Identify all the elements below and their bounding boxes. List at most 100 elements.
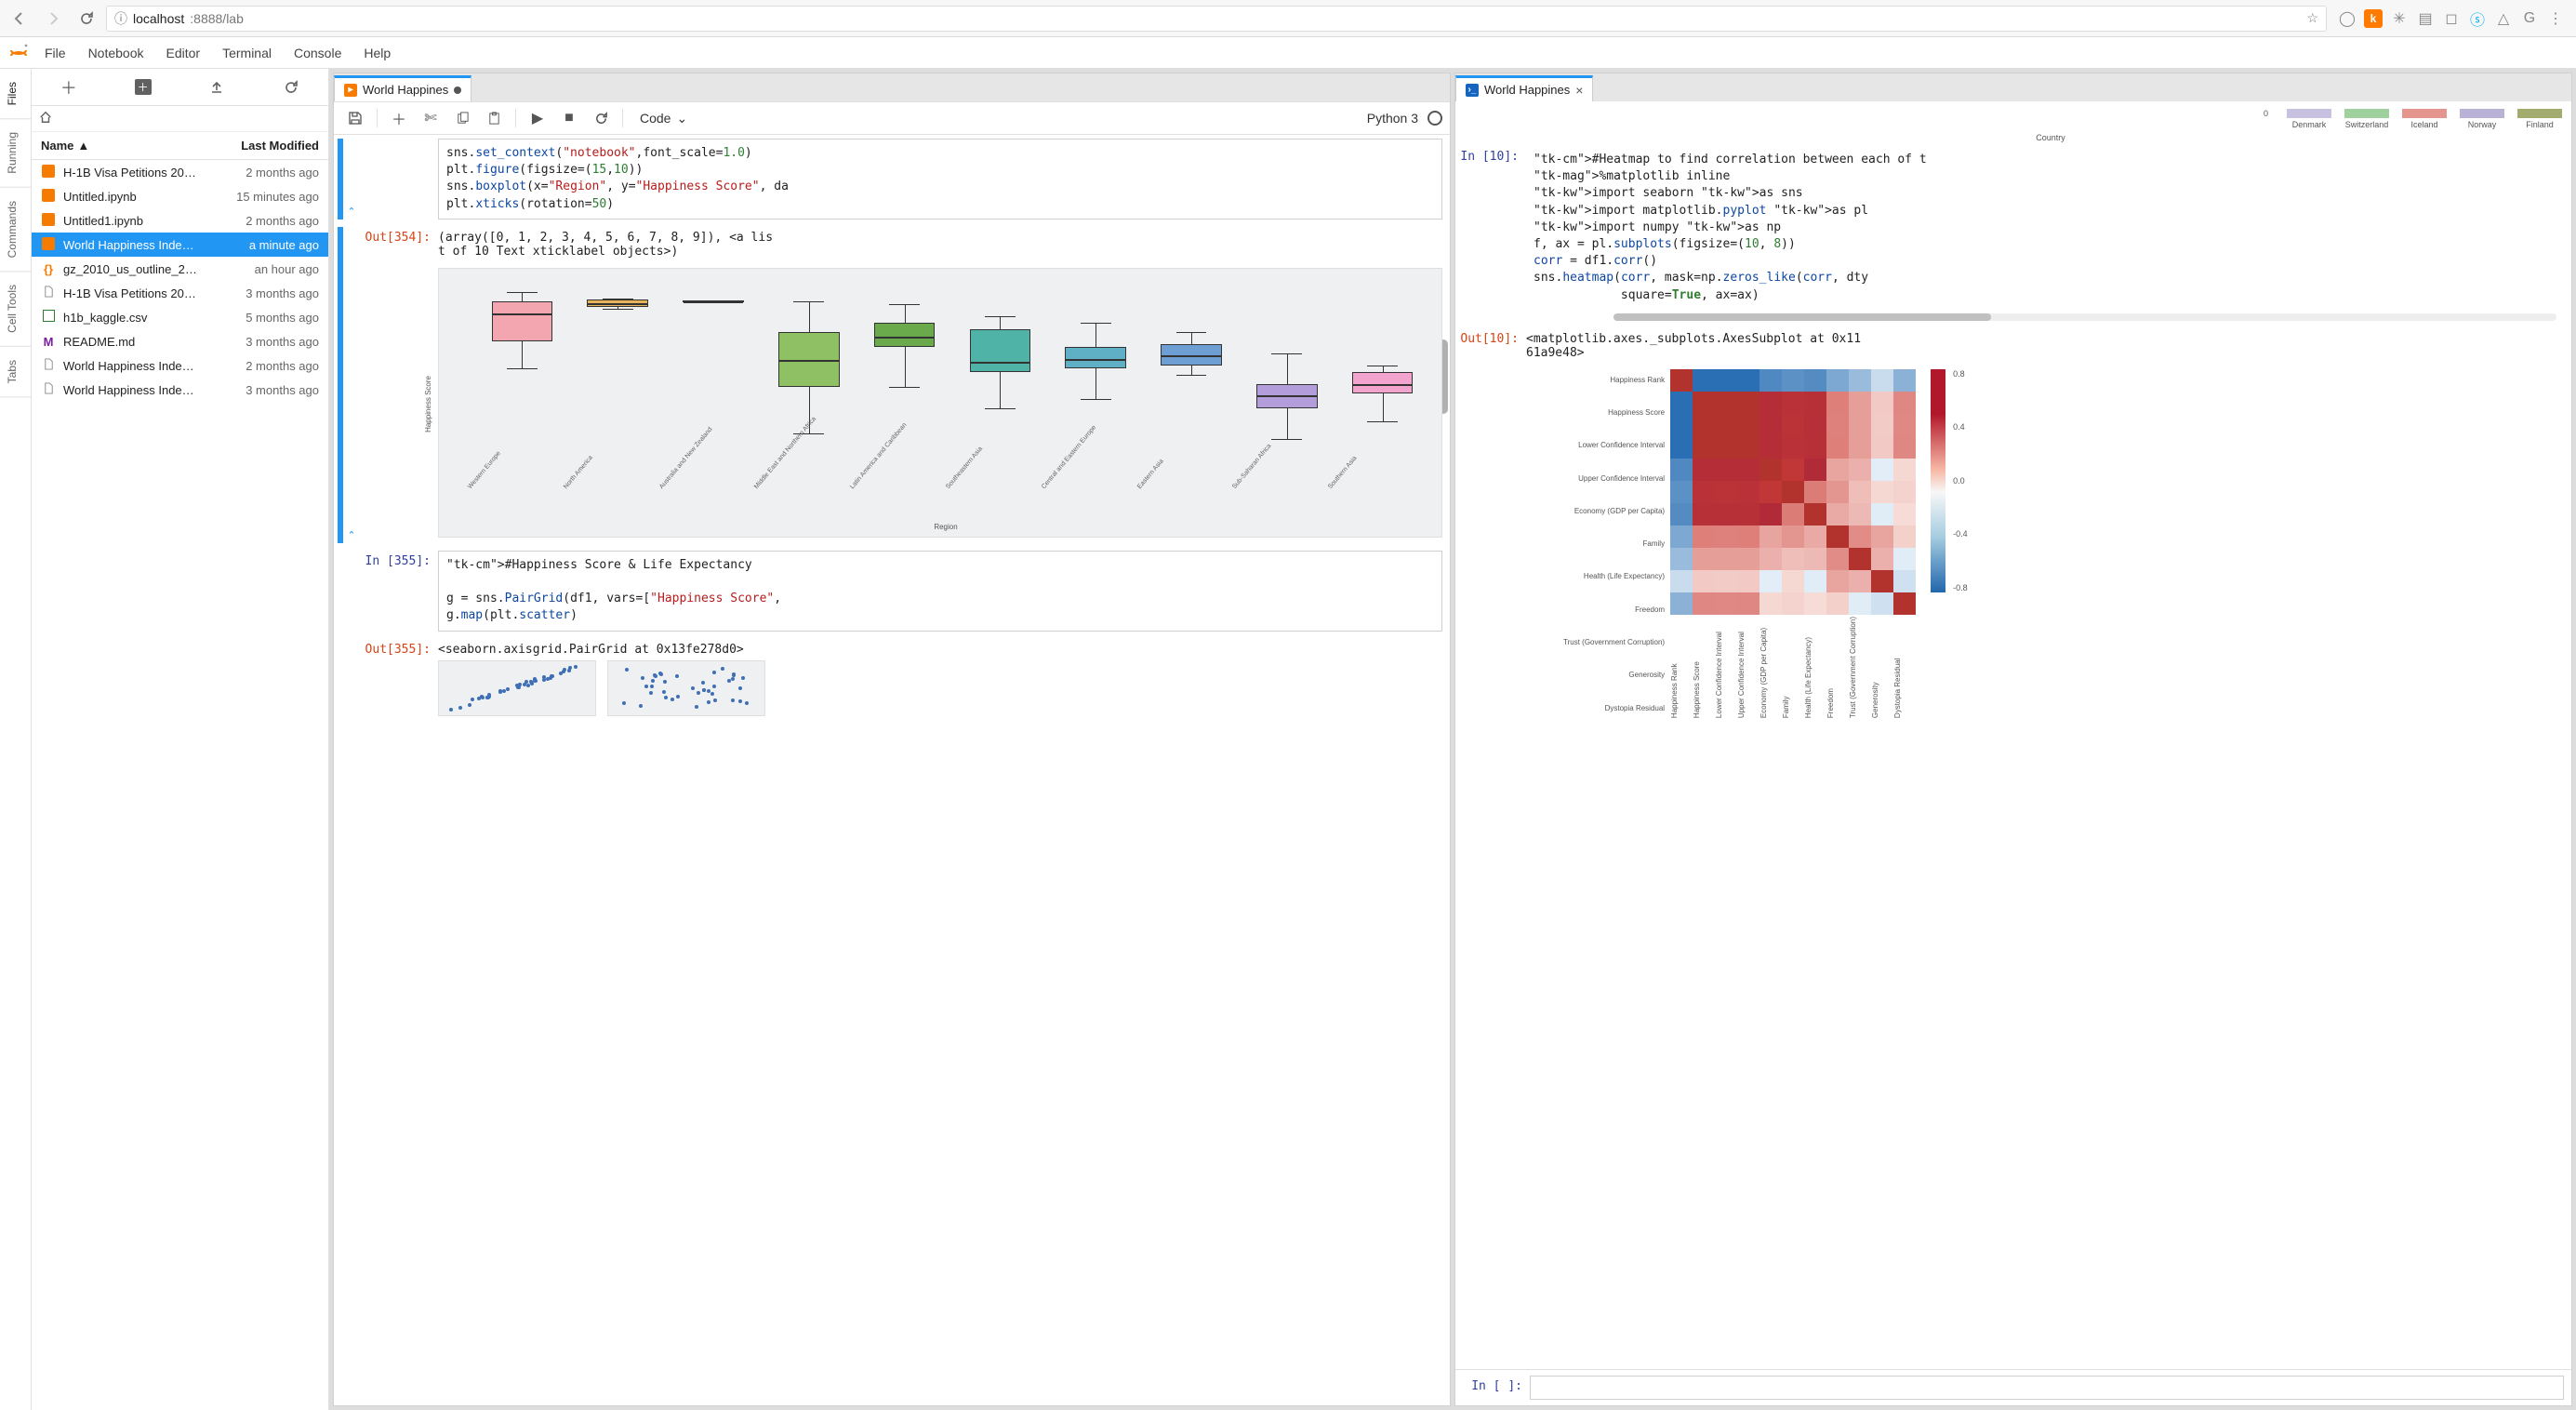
unsaved-indicator	[454, 86, 461, 94]
console-code: "tk-cm">#Heatmap to find correlation bet…	[1526, 146, 2564, 310]
console-tab[interactable]: ›_ World Happines ×	[1455, 75, 1593, 101]
file-icon	[41, 213, 56, 229]
url-host: localhost	[133, 11, 184, 26]
heatmap-figure: Happiness RankHappiness ScoreLower Confi…	[1526, 364, 2564, 725]
file-name: H-1B Visa Petitions 20…	[63, 286, 238, 300]
notebook-tab[interactable]: ▸ World Happines	[334, 75, 471, 101]
save-button[interactable]	[341, 105, 369, 131]
file-row[interactable]: World Happiness Inde…2 months ago	[32, 353, 328, 378]
file-list-header: Name ▲ Last Modified	[32, 132, 328, 160]
horizontal-scrollbar[interactable]	[1613, 313, 2556, 321]
back-button[interactable]	[6, 6, 33, 32]
file-row[interactable]: h1b_kaggle.csv5 months ago	[32, 305, 328, 329]
extension-icon[interactable]: ◻	[2442, 9, 2461, 28]
file-row[interactable]: World Happiness Inde…a minute ago	[32, 233, 328, 257]
prompt-in: In [355]:	[358, 551, 438, 632]
code-editor[interactable]: "tk-cm">#Happiness Score & Life Expectan…	[438, 551, 1442, 632]
cell-type-select[interactable]: Code⌄	[631, 109, 697, 128]
legend-axis-title: Country	[1455, 133, 2571, 142]
activity-tab-commands[interactable]: Commands	[0, 188, 31, 272]
legend-item: Iceland	[2402, 109, 2447, 129]
console-input[interactable]	[1530, 1376, 2564, 1400]
file-icon	[41, 358, 56, 373]
console-icon: ›_	[1466, 84, 1479, 97]
menu-file[interactable]: File	[35, 42, 75, 64]
menu-notebook[interactable]: Notebook	[79, 42, 153, 64]
cell-code[interactable]: In [355]: "tk-cm">#Happiness Score & Lif…	[334, 547, 1450, 635]
activity-tab-files[interactable]: Files	[0, 69, 31, 119]
site-info-icon[interactable]: ⓘ	[114, 9, 127, 28]
code-editor[interactable]: sns.set_context("notebook",font_scale=1.…	[438, 139, 1442, 219]
activity-tab-cell-tools[interactable]: Cell Tools	[0, 272, 31, 347]
notebook-scroll[interactable]: ⌃ sns.set_context("notebook",font_scale=…	[334, 135, 1450, 1405]
cell-code[interactable]: ⌃ sns.set_context("notebook",font_scale=…	[334, 135, 1450, 223]
menu-help[interactable]: Help	[354, 42, 400, 64]
file-row[interactable]: H-1B Visa Petitions 20…3 months ago	[32, 281, 328, 305]
upload-button[interactable]	[201, 73, 232, 101]
file-browser-panel: ＋ ＋ Name ▲ Last Modified H-1B Visa Petit…	[32, 69, 329, 1410]
address-bar[interactable]: ⓘ localhost:8888/lab ☆	[106, 6, 2327, 32]
file-name: gz_2010_us_outline_2…	[63, 262, 247, 276]
extension-icon[interactable]: △	[2494, 9, 2513, 28]
file-modified: an hour ago	[255, 262, 319, 276]
activity-tab-tabs[interactable]: Tabs	[0, 347, 31, 397]
jupyter-logo[interactable]	[6, 40, 32, 66]
extension-icon[interactable]: ✳	[2390, 9, 2409, 28]
menu-editor[interactable]: Editor	[157, 42, 210, 64]
activity-tab-running[interactable]: Running	[0, 119, 31, 188]
close-icon[interactable]: ×	[1575, 83, 1583, 98]
restart-button[interactable]	[587, 105, 615, 131]
file-name: README.md	[63, 335, 238, 349]
cut-button[interactable]: ✄	[417, 105, 445, 131]
insert-cell-button[interactable]: ＋	[385, 105, 413, 131]
file-row[interactable]: Untitled.ipynb15 minutes ago	[32, 184, 328, 208]
cell-output: ⌃ Out[354]: (array([0, 1, 2, 3, 4, 5, 6,…	[334, 223, 1450, 547]
extension-icon[interactable]: ⓢ	[2468, 9, 2487, 28]
copy-button[interactable]	[448, 105, 476, 131]
menu-terminal[interactable]: Terminal	[213, 42, 281, 64]
new-launcher-button[interactable]: ＋	[53, 73, 85, 101]
console-cell: In [10]: "tk-cm">#Heatmap to find correl…	[1455, 142, 2571, 325]
x-axis-label: Region	[458, 523, 1434, 531]
output-text: (array([0, 1, 2, 3, 4, 5, 6, 7, 8, 9]), …	[438, 227, 1442, 262]
file-icon	[41, 310, 56, 325]
file-modified: 2 months ago	[246, 214, 319, 228]
file-row[interactable]: MREADME.md3 months ago	[32, 329, 328, 353]
file-row[interactable]: {}gz_2010_us_outline_2…an hour ago	[32, 257, 328, 281]
extension-icon[interactable]: G	[2520, 9, 2539, 28]
bookmark-star-icon[interactable]: ☆	[2306, 10, 2318, 26]
legend-item: Norway	[2460, 109, 2504, 129]
extension-icon[interactable]: ▤	[2416, 9, 2435, 28]
cell-output: Out[355]: <seaborn.axisgrid.PairGrid at …	[334, 635, 1450, 720]
stop-button[interactable]: ■	[555, 105, 583, 131]
new-folder-button[interactable]: ＋	[127, 73, 159, 101]
home-icon[interactable]	[39, 111, 52, 126]
file-row[interactable]: H-1B Visa Petitions 20…2 months ago	[32, 160, 328, 184]
kernel-name[interactable]: Python 3	[1367, 111, 1418, 126]
boxplot-figure: Happiness Score Western EuropeNorth Amer…	[438, 268, 1442, 538]
prompt-out: Out[10]:	[1459, 328, 1526, 725]
extension-icon[interactable]: ◯	[2338, 9, 2357, 28]
reload-button[interactable]	[73, 6, 100, 32]
file-modified: 15 minutes ago	[236, 190, 319, 204]
output-text: <seaborn.axisgrid.PairGrid at 0x13fe278d…	[438, 639, 1442, 660]
header-modified[interactable]: Last Modified	[241, 139, 319, 153]
header-name[interactable]: Name	[41, 139, 73, 153]
console-scroll[interactable]: 0 DenmarkSwitzerlandIcelandNorwayFinland…	[1455, 101, 2571, 1369]
collapser-icon[interactable]: ⌃	[345, 227, 358, 543]
browser-menu-icon[interactable]: ⋮	[2546, 9, 2565, 28]
file-row[interactable]: World Happiness Inde…3 months ago	[32, 378, 328, 402]
extension-icon[interactable]: k	[2364, 9, 2383, 28]
file-name: World Happiness Inde…	[63, 383, 238, 397]
forward-button[interactable]	[39, 6, 67, 32]
refresh-button[interactable]	[275, 73, 307, 101]
paste-button[interactable]	[480, 105, 508, 131]
notebook-icon: ▸	[344, 84, 357, 97]
file-row[interactable]: Untitled1.ipynb2 months ago	[32, 208, 328, 233]
file-modified: a minute ago	[249, 238, 319, 252]
sort-arrow-icon[interactable]: ▲	[77, 139, 89, 153]
menu-console[interactable]: Console	[285, 42, 351, 64]
collapser-icon[interactable]: ⌃	[345, 139, 358, 219]
run-button[interactable]: ▶	[524, 105, 551, 131]
kernel-status-icon[interactable]	[1427, 111, 1442, 126]
